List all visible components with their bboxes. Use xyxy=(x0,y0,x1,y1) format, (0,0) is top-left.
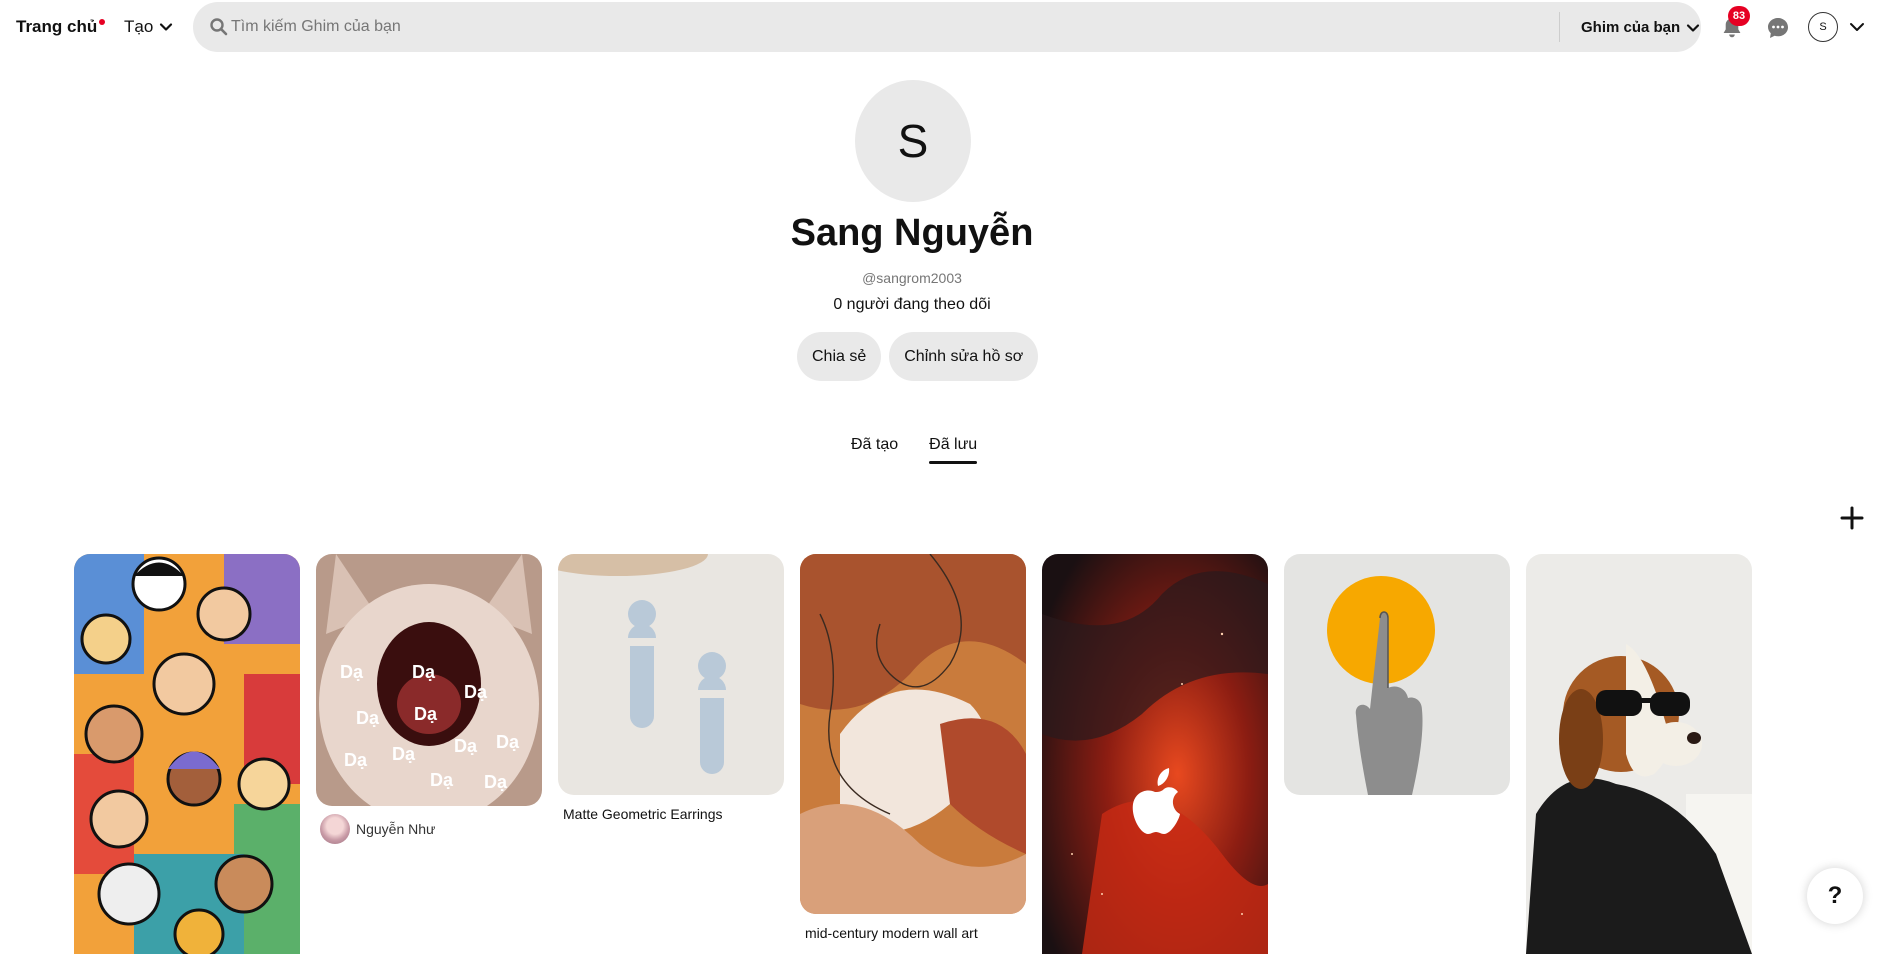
chevron-down-icon xyxy=(1687,23,1700,32)
profile-tabs: Đã tạo Đã lưu xyxy=(851,436,978,464)
da-text: Dạ xyxy=(340,662,364,682)
da-text: Dạ xyxy=(430,770,454,790)
pin-image-wall-art xyxy=(800,554,1026,914)
account-chevron-down-icon[interactable] xyxy=(1847,17,1867,37)
profile-avatar: S xyxy=(855,80,971,202)
nav-create-menu[interactable]: Tạo xyxy=(124,17,173,37)
pin-image-dog-sunglasses xyxy=(1526,554,1752,954)
pin-author[interactable]: Nguyễn Như xyxy=(320,814,435,844)
pin-author-name: Nguyễn Như xyxy=(356,821,436,837)
search-bar: Ghim của bạn xyxy=(193,2,1701,52)
da-text: Dạ xyxy=(454,736,478,756)
profile-actions: Chia sẻ Chỉnh sửa hồ sơ xyxy=(797,332,1039,381)
account-avatar[interactable]: S xyxy=(1808,12,1838,42)
pin-image-hand-sun xyxy=(1284,554,1510,795)
chat-bubble-icon xyxy=(1768,18,1788,38)
pin-image-nebula-apple xyxy=(1042,554,1268,954)
profile-name: Sang Nguyễn xyxy=(790,212,1034,254)
da-text: Dạ xyxy=(356,708,380,728)
nav-home-link[interactable]: Trang chủ xyxy=(16,17,106,37)
share-button[interactable]: Chia sẻ xyxy=(797,332,882,381)
pin-wall-art[interactable] xyxy=(800,554,1026,914)
search-input[interactable] xyxy=(231,12,1331,42)
tab-saved[interactable]: Đã lưu xyxy=(929,436,978,464)
add-board-button[interactable] xyxy=(1834,500,1870,536)
search-filter-dropdown[interactable]: Ghim của bạn xyxy=(1581,19,1700,36)
profile-handle: @sangrom2003 xyxy=(862,270,962,286)
messages-button[interactable] xyxy=(1758,8,1798,48)
pin-earrings[interactable] xyxy=(558,554,784,795)
plus-icon xyxy=(1840,506,1864,530)
pin-image-earrings xyxy=(558,554,784,795)
profile-followers-count[interactable]: 0 người đang theo dõi xyxy=(0,296,1824,314)
da-text: Dạ xyxy=(344,750,368,770)
pin-cat-da[interactable]: Dạ Dạ Dạ Dạ Dạ Dạ Dạ Dạ Dạ Dạ Dạ xyxy=(316,554,542,806)
edit-profile-button[interactable]: Chỉnh sửa hồ sơ xyxy=(889,332,1039,381)
profile-avatar-initial: S xyxy=(897,115,929,167)
pin-cartoon-crowd[interactable] xyxy=(74,554,300,954)
author-avatar xyxy=(320,814,350,844)
da-text: Dạ xyxy=(412,662,436,682)
pin-caption-earrings[interactable]: Matte Geometric Earrings xyxy=(563,806,723,822)
pin-image-cartoon-crowd xyxy=(74,554,300,954)
unread-dot-icon xyxy=(99,19,106,25)
da-text: Dạ xyxy=(414,704,438,724)
tab-created[interactable]: Đã tạo xyxy=(851,436,898,464)
pin-caption-wall-art[interactable]: mid-century modern wall art xyxy=(805,925,978,941)
search-divider xyxy=(1559,12,1560,42)
pin-hand-sun[interactable] xyxy=(1284,554,1510,795)
pin-dog-sunglasses[interactable] xyxy=(1526,554,1752,954)
da-text: Dạ xyxy=(484,772,508,792)
account-avatar-initial: S xyxy=(1819,21,1827,33)
search-filter-label: Ghim của bạn xyxy=(1581,19,1681,36)
da-text: Dạ xyxy=(496,732,520,752)
da-text: Dạ xyxy=(392,744,416,764)
notification-count-badge: 83 xyxy=(1728,6,1750,26)
nav-home-label: Trang chủ xyxy=(16,17,98,36)
nav-create-label: Tạo xyxy=(124,17,154,36)
pin-nebula-apple[interactable] xyxy=(1042,554,1268,954)
chevron-down-icon xyxy=(160,23,173,31)
top-navigation: Trang chủ Tạo Ghim của bạn 83 xyxy=(0,0,1879,56)
pin-image-cat-da: Dạ Dạ Dạ Dạ Dạ Dạ Dạ Dạ Dạ Dạ Dạ xyxy=(316,554,542,806)
search-icon xyxy=(210,18,228,36)
da-text: Dạ xyxy=(464,682,488,702)
help-button[interactable]: ? xyxy=(1807,868,1863,924)
